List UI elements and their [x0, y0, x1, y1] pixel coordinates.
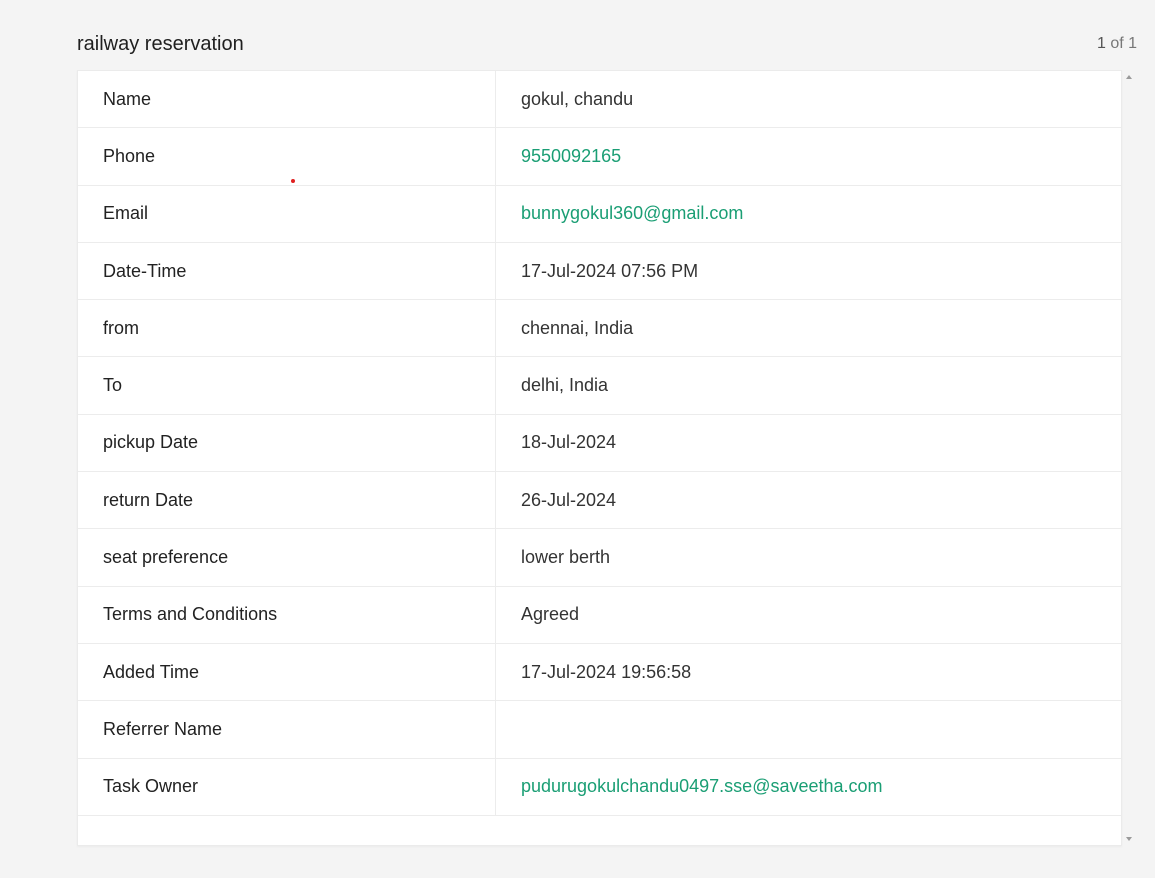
field-value: 26-Jul-2024 — [521, 489, 617, 510]
record-fields-list: Name gokul, chandu Phone 9550092165 Email bun… — [78, 71, 1121, 816]
field-row: Date-Time 17-Jul-2024 07:56 PM — [78, 242, 1121, 301]
field-label: Task Owner — [78, 758, 496, 815]
field-value: Agreed — [521, 604, 580, 625]
field-label: pickup Date — [78, 414, 496, 472]
field-label: Added Time — [78, 643, 496, 701]
field-value-link[interactable]: 9550092165 — [496, 128, 1121, 184]
field-row: Task Owner pudurugokulchandu0497.sse@save… — [78, 758, 1121, 816]
record-detail-card: Name gokul, chandu Phone 9550092165 Email bun… — [77, 70, 1122, 846]
field-row: To delhi, India — [78, 357, 1121, 415]
field-value: lower berth — [521, 547, 611, 568]
field-label: Referrer Name — [78, 701, 496, 758]
field-row: Email bunnygokul360@gmail.com — [78, 185, 1121, 243]
field-label: from — [78, 300, 496, 357]
field-value: 18-Jul-2024 — [521, 432, 617, 453]
field-label: return Date — [78, 472, 496, 529]
scroll-down-arrow-icon[interactable] — [1126, 837, 1132, 841]
field-row: Referrer Name — [78, 701, 1121, 759]
field-value — [496, 701, 1121, 757]
field-row: pickup Date 18-Jul-2024 — [78, 414, 1121, 473]
pager-current: 1 — [1096, 35, 1106, 52]
field-label: Date-Time — [78, 242, 496, 300]
field-label: seat preference — [78, 529, 496, 586]
field-row: Terms and Conditions Agreed — [78, 586, 1121, 644]
scrollbar[interactable] — [1124, 70, 1135, 846]
field-value: chennai, India — [521, 317, 634, 338]
field-row: Phone 9550092165 — [78, 128, 1121, 186]
field-value: 17-Jul-2024 19:56:58 — [521, 661, 692, 682]
field-row: from chennai, India — [78, 300, 1121, 358]
field-row: return Date 26-Jul-2024 — [78, 472, 1121, 530]
field-value: gokul, chandu — [521, 88, 634, 109]
scroll-up-arrow-icon[interactable] — [1126, 75, 1132, 79]
field-label: Phone — [78, 128, 496, 185]
field-value-link[interactable]: pudurugokulchandu0497.sse@saveetha.com — [496, 759, 1121, 815]
field-row: Name gokul, chandu — [78, 71, 1121, 129]
record-header: railway reservation 1 of 1 — [77, 32, 1137, 56]
field-label: To — [78, 357, 496, 414]
pager-total: of 1 — [1110, 35, 1137, 52]
field-label: Terms and Conditions — [78, 586, 496, 643]
field-value-link[interactable]: bunnygokul360@gmail.com — [496, 186, 1121, 242]
field-row: Added Time 17-Jul-2024 19:56:58 — [78, 643, 1121, 702]
field-label: Email — [78, 185, 496, 242]
field-row: seat preference lower berth — [78, 529, 1121, 587]
record-pager: 1 of 1 — [1097, 34, 1137, 54]
page-title: railway reservation — [77, 33, 244, 55]
field-label: Name — [78, 71, 496, 128]
field-value: 17-Jul-2024 07:56 PM — [521, 260, 699, 281]
field-value: delhi, India — [521, 375, 609, 396]
red-dot-marker — [291, 179, 295, 183]
